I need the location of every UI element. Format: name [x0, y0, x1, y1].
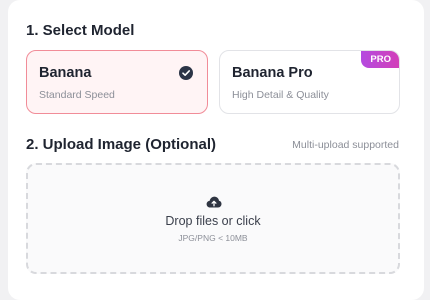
upload-image-heading: 2. Upload Image (Optional): [26, 136, 217, 153]
check-circle-icon: [179, 66, 193, 80]
cloud-upload-icon: [206, 195, 222, 209]
select-model-heading: 1. Select Model: [26, 22, 135, 39]
upload-dropzone[interactable]: Drop files or click JPG/PNG < 10MB: [26, 163, 400, 274]
model-card-banana-pro[interactable]: Banana Pro High Detail & Quality PRO: [219, 50, 400, 114]
pro-badge: PRO: [361, 51, 399, 68]
dropzone-file-limits: JPG/PNG < 10MB: [178, 233, 248, 243]
model-card-banana[interactable]: Banana Standard Speed: [26, 50, 208, 114]
model-name: Banana: [39, 65, 92, 81]
model-description: Standard Speed: [39, 89, 115, 101]
dropzone-label: Drop files or click: [165, 214, 261, 228]
model-name: Banana Pro: [232, 65, 313, 81]
model-description: High Detail & Quality: [232, 89, 329, 101]
multi-upload-hint: Multi-upload supported: [292, 139, 399, 151]
